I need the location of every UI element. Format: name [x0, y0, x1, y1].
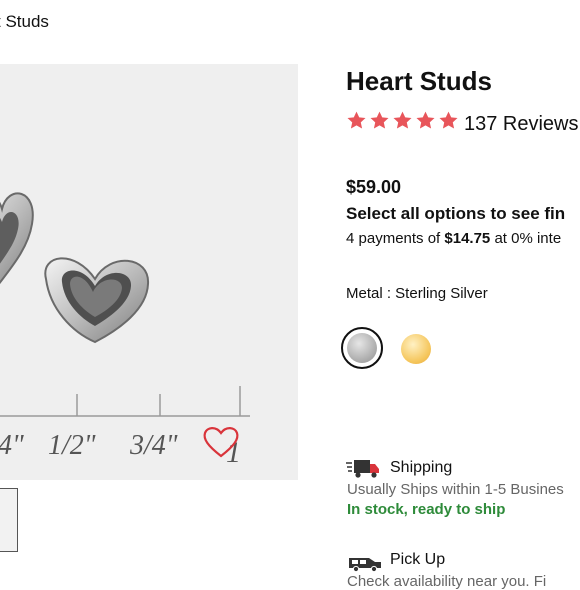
payments-suffix: at 0% inte: [490, 230, 562, 247]
reviews-link[interactable]: 137 Reviews: [464, 113, 579, 136]
star-icon: [439, 111, 458, 129]
star-icon: [347, 111, 366, 129]
product-image[interactable]: 4" 1/2" 3/4" 1: [0, 64, 298, 480]
shipping-title: Shipping: [390, 459, 453, 476]
image-thumbnail[interactable]: [0, 488, 18, 552]
stock-status: In stock, ready to ship: [347, 501, 506, 518]
swatch-gold[interactable]: [401, 334, 431, 364]
star-icon: [416, 111, 435, 129]
select-options-note: Select all options to see fin: [346, 204, 566, 223]
payments-prefix: 4 payments of: [346, 230, 445, 247]
pickup-note: Check availability near you. Fi: [347, 573, 547, 590]
silver-swatch-fill: [347, 333, 377, 363]
rating-stars[interactable]: [346, 110, 459, 136]
star-icon: [370, 111, 389, 129]
shipping-truck-icon: [346, 460, 379, 478]
ruler-label-one: 1: [226, 436, 241, 469]
payments-amount: $14.75: [444, 230, 491, 247]
pickup-title: Pick Up: [390, 551, 446, 568]
metal-option-label: Metal : Sterling Silver: [346, 285, 488, 302]
pickup-car-icon: [349, 558, 381, 572]
heart-studs-photo: 4" 1/2" 3/4" 1: [0, 64, 298, 480]
breadcrumb[interactable]: t Studs: [0, 12, 49, 32]
ruler-label-quarter: 4": [0, 430, 24, 461]
star-icon: [393, 111, 412, 129]
product-title: Heart Studs: [346, 66, 492, 96]
shipping-note: Usually Ships within 1-5 Busines: [347, 481, 564, 498]
product-price: $59.00: [346, 177, 402, 197]
installment-payments: 4 payments of $14.75 at 0% inte: [346, 230, 561, 247]
ruler-label-half: 1/2": [48, 430, 96, 461]
swatch-sterling-silver[interactable]: [341, 327, 383, 369]
ruler-label-three-quarter: 3/4": [129, 430, 178, 461]
